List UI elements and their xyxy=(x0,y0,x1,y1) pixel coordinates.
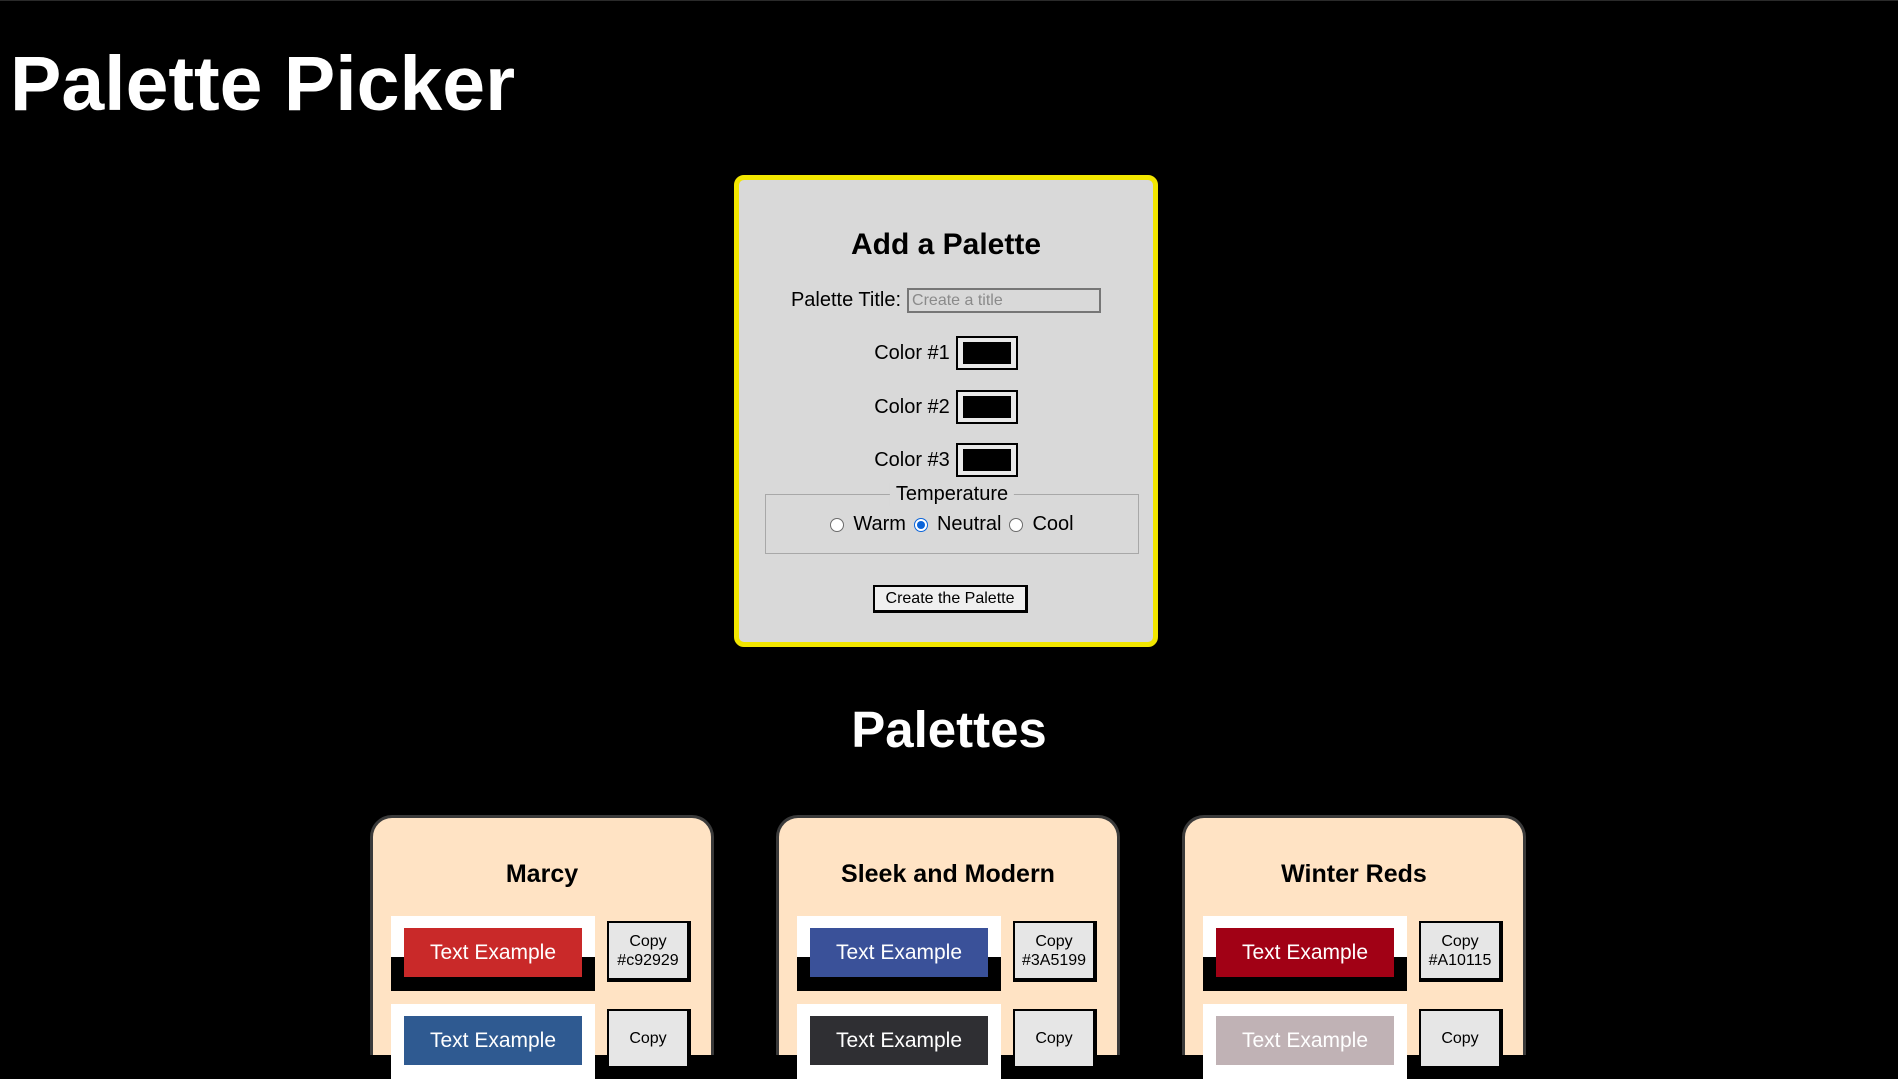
palette-title-row: Palette Title: xyxy=(739,288,1153,313)
radio-warm-icon[interactable] xyxy=(830,517,845,532)
copy-label: Copy xyxy=(629,932,667,950)
color-chip: Text Example xyxy=(1216,928,1394,977)
color-3-label: Color #3 xyxy=(874,448,950,471)
temperature-legend: Temperature xyxy=(889,483,1015,506)
palette-name: Sleek and Modern xyxy=(841,860,1055,888)
palette-title-label: Palette Title: xyxy=(790,289,902,311)
color-3-row: Color #3 xyxy=(739,443,1153,477)
color-chip: Text Example xyxy=(810,928,988,977)
radio-warm-label: Warm xyxy=(853,513,906,535)
palette-card: Winter Reds Text Example Copy #A10115 Te… xyxy=(1182,815,1526,1079)
copy-color-button[interactable]: Copy #c92929 xyxy=(607,921,691,982)
color-3-picker[interactable] xyxy=(955,443,1018,477)
copy-label: Copy xyxy=(1441,932,1479,950)
copy-label: Copy xyxy=(1035,932,1073,950)
temperature-fieldset: Temperature Warm Neutral Cool xyxy=(765,483,1139,554)
color-2-picker[interactable] xyxy=(955,390,1018,424)
color-sample: Text Example xyxy=(797,916,1001,991)
copy-color-button[interactable]: Copy xyxy=(1419,1009,1503,1070)
palette-title-input[interactable] xyxy=(907,288,1102,313)
copy-color-button[interactable]: Copy #A10115 xyxy=(1419,921,1503,982)
color-sample: Text Example xyxy=(797,1004,1001,1079)
create-palette-button[interactable]: Create the Palette xyxy=(873,585,1028,613)
palette-card: Marcy Text Example Copy #c92929 Text Exa… xyxy=(370,815,714,1079)
color-sample: Text Example xyxy=(1203,1004,1407,1079)
temperature-option-neutral[interactable]: Neutral xyxy=(913,513,1002,536)
color-chip: Text Example xyxy=(810,1016,988,1065)
color-sample: Text Example xyxy=(391,1004,595,1079)
color-2-row: Color #2 xyxy=(739,390,1153,424)
copy-color-button[interactable]: Copy #3A5199 xyxy=(1013,921,1097,982)
radio-neutral-icon[interactable] xyxy=(913,517,928,532)
copy-color-button[interactable]: Copy xyxy=(1013,1009,1097,1070)
radio-cool-label: Cool xyxy=(1032,513,1074,535)
color-sample: Text Example xyxy=(391,916,595,991)
color-2-label: Color #2 xyxy=(874,395,950,418)
copy-hex: #c92929 xyxy=(617,951,679,969)
color-sample: Text Example xyxy=(1203,916,1407,991)
color-1-row: Color #1 xyxy=(739,336,1153,370)
palette-card: Sleek and Modern Text Example Copy #3A51… xyxy=(776,815,1120,1079)
radio-cool-icon[interactable] xyxy=(1009,517,1024,532)
copy-hex: #3A5199 xyxy=(1021,951,1087,969)
page-title: Palette Picker xyxy=(10,41,516,127)
copy-color-button[interactable]: Copy xyxy=(607,1009,691,1070)
color-chip: Text Example xyxy=(1216,1016,1394,1065)
add-palette-form: Add a Palette Palette Title: Color #1 Co… xyxy=(734,175,1158,647)
palettes-heading: Palettes xyxy=(851,701,1047,758)
copy-hex: #A10115 xyxy=(1428,951,1492,969)
color-1-picker[interactable] xyxy=(955,336,1018,370)
color-1-label: Color #1 xyxy=(874,341,950,364)
palette-name: Winter Reds xyxy=(1281,860,1427,888)
radio-neutral-label: Neutral xyxy=(936,513,1002,535)
temperature-option-warm[interactable]: Warm xyxy=(830,513,906,536)
color-chip: Text Example xyxy=(404,928,582,977)
temperature-options: Warm Neutral Cool xyxy=(766,513,1138,536)
form-heading: Add a Palette xyxy=(850,228,1042,261)
color-3-swatch xyxy=(962,449,1011,471)
color-1-swatch xyxy=(962,342,1011,364)
window-top-border xyxy=(0,0,1898,1)
color-chip: Text Example xyxy=(404,1016,582,1065)
palette-name: Marcy xyxy=(505,860,579,888)
color-2-swatch xyxy=(962,396,1011,418)
temperature-option-cool[interactable]: Cool xyxy=(1009,513,1074,536)
